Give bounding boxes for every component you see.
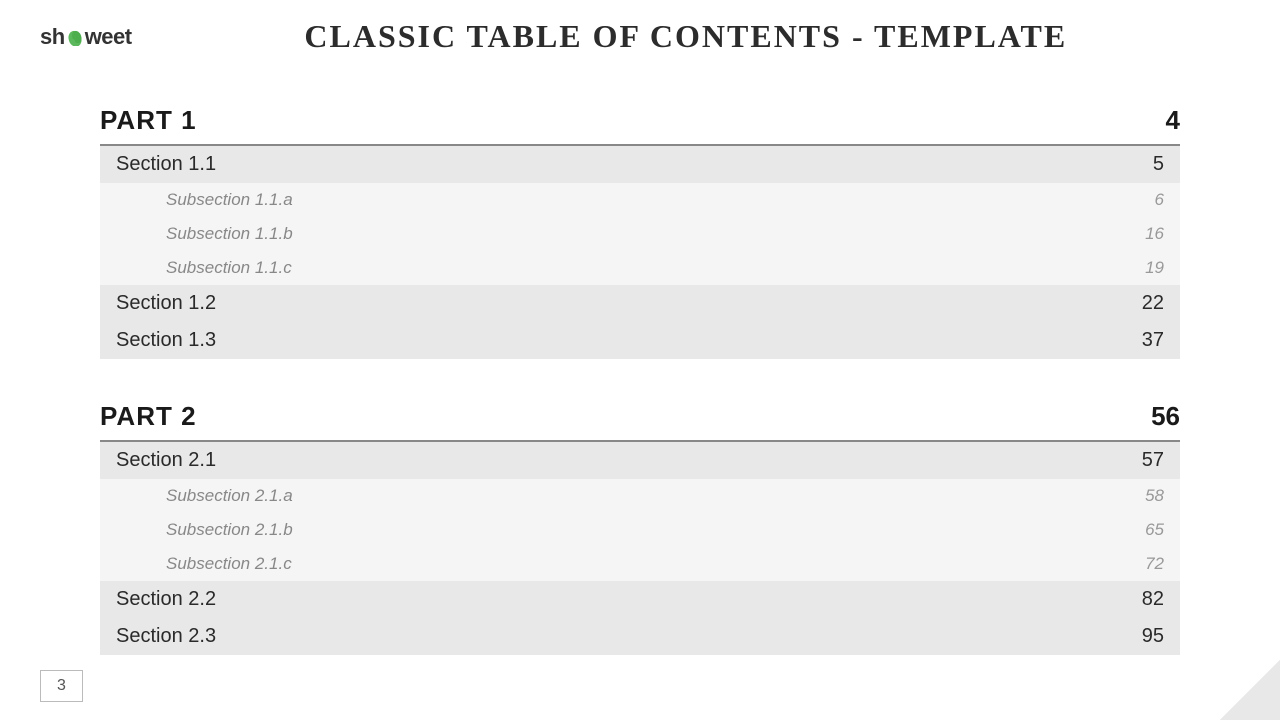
content: PART 1 4 Section 1.1 5 Subsection 1.1.a … <box>0 65 1280 675</box>
section-row-2-3: Section 2.3 95 <box>100 618 1180 655</box>
subsection-row-1-1-3: Subsection 1.1.c 19 <box>100 251 1180 285</box>
page-number-box: 3 <box>40 670 83 702</box>
subsection-label: Subsection 2.1.c <box>116 554 292 574</box>
subsection-page: 58 <box>1145 486 1164 506</box>
section-label: Section 2.1 <box>116 449 216 472</box>
section-label: Section 1.2 <box>116 292 216 315</box>
page-title: Classic Table of Contents - Template <box>132 18 1240 55</box>
subsection-label: Subsection 1.1.b <box>116 224 293 244</box>
section-row-1-3: Section 1.3 37 <box>100 322 1180 359</box>
logo: sh weet <box>40 24 132 50</box>
subsection-page: 19 <box>1145 258 1164 278</box>
section-row-1-1: Section 1.1 5 <box>100 146 1180 183</box>
part-row-2: PART 2 56 <box>100 391 1180 440</box>
subsection-label: Subsection 2.1.a <box>116 486 293 506</box>
logo-text-end: weet <box>85 24 132 50</box>
section-row-1-2: Section 1.2 22 <box>100 285 1180 322</box>
section-row-2-1: Section 2.1 57 <box>100 442 1180 479</box>
part-row-1: PART 1 4 <box>100 95 1180 144</box>
subsection-row-2-1-2: Subsection 2.1.b 65 <box>100 513 1180 547</box>
logo-text: sh <box>40 24 65 50</box>
page-number: 3 <box>57 677 66 694</box>
subsection-page: 6 <box>1155 190 1164 210</box>
part-label-1: PART 1 <box>100 105 197 136</box>
part-label-2: PART 2 <box>100 401 197 432</box>
section-label: Section 2.2 <box>116 588 216 611</box>
section-page: 5 <box>1153 153 1164 176</box>
section-label: Section 1.1 <box>116 153 216 176</box>
subsection-row-1-1-2: Subsection 1.1.b 16 <box>100 217 1180 251</box>
section-page: 37 <box>1142 329 1164 352</box>
header: sh weet Classic Table of Contents - Temp… <box>0 0 1280 65</box>
subsection-row-2-1-1: Subsection 2.1.a 58 <box>100 479 1180 513</box>
section-page: 57 <box>1142 449 1164 472</box>
subsection-label: Subsection 2.1.b <box>116 520 293 540</box>
subsection-label: Subsection 1.1.a <box>116 190 293 210</box>
section-row-2-2: Section 2.2 82 <box>100 581 1180 618</box>
part-page-1: 4 <box>1166 105 1180 136</box>
subsection-page: 16 <box>1145 224 1164 244</box>
section-label: Section 1.3 <box>116 329 216 352</box>
subsection-row-2-1-3: Subsection 2.1.c 72 <box>100 547 1180 581</box>
section-page: 82 <box>1142 588 1164 611</box>
part-gap <box>100 359 1180 391</box>
section-page: 22 <box>1142 292 1164 315</box>
subsection-row-1-1-1: Subsection 1.1.a 6 <box>100 183 1180 217</box>
section-label: Section 2.3 <box>116 625 216 648</box>
subsection-page: 65 <box>1145 520 1164 540</box>
bottom-decoration <box>1220 660 1280 720</box>
logo-leaf-icon <box>66 28 84 46</box>
section-page: 95 <box>1142 625 1164 648</box>
subsection-label: Subsection 1.1.c <box>116 258 292 278</box>
subsection-page: 72 <box>1145 554 1164 574</box>
part-page-2: 56 <box>1151 401 1180 432</box>
